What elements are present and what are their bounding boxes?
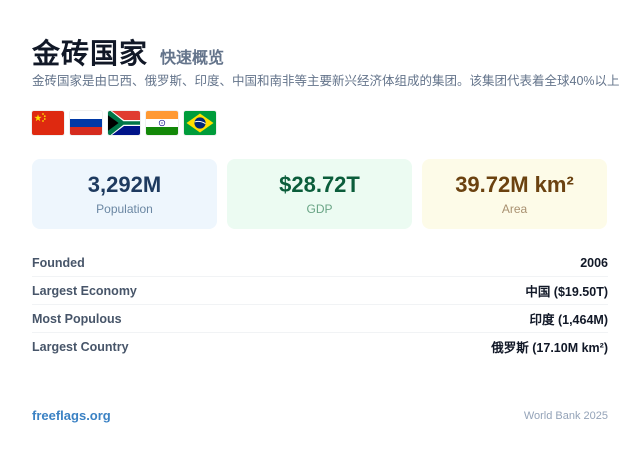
flag-ru-icon — [70, 111, 102, 135]
area-label: Area — [501, 202, 528, 216]
fact-value: 中国 ($19.50T) — [525, 285, 608, 299]
fact-value: 2006 — [580, 255, 608, 270]
gdp-value: $28.72T — [279, 172, 360, 197]
gdp-label: GDP — [306, 202, 333, 216]
area-card: 39.72M km² Area — [422, 159, 607, 229]
fact-row-largest-economy: Largest Economy 中国 ($19.50T) — [32, 277, 608, 305]
area-value: 39.72M km² — [455, 172, 574, 197]
title-row: 金砖国家 快速概览 — [32, 32, 608, 69]
fact-value: 印度 (1,464M) — [529, 313, 609, 327]
fact-value: 俄罗斯 (17.10M km²) — [491, 341, 608, 355]
stats-cards: 3,292M Population $28.72T GDP 39.72M km²… — [32, 159, 608, 229]
site-link[interactable]: freeflags.org — [32, 408, 111, 423]
population-value: 3,292M — [87, 172, 162, 197]
flag-br-icon — [184, 111, 216, 135]
fact-row-most-populous: Most Populous 印度 (1,464M) — [32, 305, 608, 333]
population-card: 3,292M Population — [32, 159, 217, 229]
description-text: 金砖国家是由巴西、俄罗斯、印度、中国和南非等主要新兴经济体组成的集团。该集团代表… — [32, 74, 620, 88]
flag-cn-icon — [32, 111, 64, 135]
fact-key: Largest Economy — [32, 283, 137, 298]
fact-row-largest-country: Largest Country 俄罗斯 (17.10M km²) — [32, 333, 608, 360]
page-title: 金砖国家 — [32, 38, 149, 69]
facts-table: Founded 2006 Largest Economy 中国 ($19.50T… — [32, 249, 608, 360]
data-source: World Bank 2025 — [523, 409, 608, 422]
flag-za-icon — [108, 111, 140, 135]
flag-row — [32, 111, 608, 135]
footer: freeflags.org World Bank 2025 — [32, 408, 608, 423]
fact-key: Most Populous — [32, 311, 122, 326]
fact-key: Founded — [32, 255, 85, 270]
page-subtitle: 快速概览 — [160, 50, 225, 67]
fact-key: Largest Country — [32, 339, 129, 354]
population-label: Population — [96, 202, 153, 216]
fact-row-founded: Founded 2006 — [32, 249, 608, 277]
overview-panel: 金砖国家 快速概览 金砖国家是由巴西、俄罗斯、印度、中国和南非等主要新兴经济体组… — [32, 32, 620, 360]
gdp-card: $28.72T GDP — [227, 159, 412, 229]
flag-in-icon — [146, 111, 178, 135]
